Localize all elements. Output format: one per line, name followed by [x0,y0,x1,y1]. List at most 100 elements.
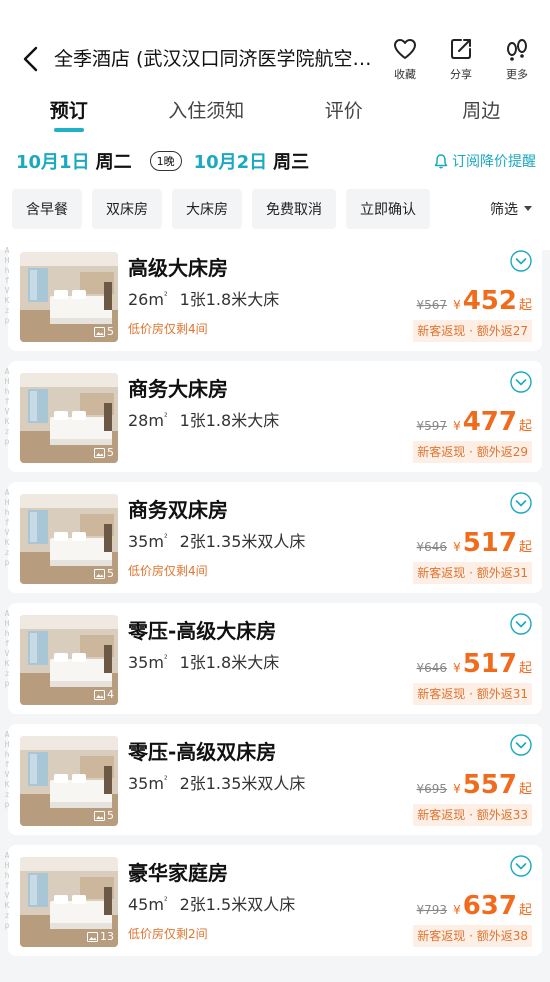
expand-button[interactable] [510,250,532,272]
room-bed: 1张1.8米大床 [179,411,280,430]
room-spec: 28m² 1张1.8米大床 [128,407,279,431]
price-suffix: 起 [518,540,532,555]
room-spec: 35m² 2张1.35米双人床 [128,528,305,552]
cashback-badge: 新客返现 · 额外返33 [413,804,532,826]
room-photo[interactable]: 5 [20,494,118,584]
cashback-badge: 新客返现 · 额外返29 [413,441,532,463]
room-price: 517 [462,528,517,558]
price-alert-label: 订阅降价提醒 [452,154,536,170]
room-card[interactable]: AHhfVKzp 13 豪华家庭房 45m² 2张1.5米双人床 低价房仅剩2间… [5,845,542,956]
original-price: ¥695 [416,782,448,796]
favorite-button[interactable]: 收藏 [384,36,426,82]
photo-count: 4 [94,688,114,701]
bell-icon [434,153,448,168]
original-price: ¥597 [416,419,448,433]
room-photo[interactable]: 5 [20,373,118,463]
room-list: AHhfVKzp 5 高级大床房 26m² 1张1.8米大床 低价房仅剩4间 ¥… [5,240,542,966]
room-spec: 35m² 2张1.35米双人床 [128,770,305,794]
room-photo[interactable]: 4 [20,615,118,705]
hotel-detail-page: 全季酒店 (武汉汉口同济医学院航空路地铁站店) 收藏 分享 更多 [0,0,550,982]
room-spec: 45m² 2张1.5米双人床 [128,891,295,915]
checkin-weekday: 周二 [95,152,132,173]
room-name: 高级大床房 [128,256,228,280]
room-card[interactable]: AHhfVKzp 4 零压-高级大床房 35m² 1张1.8米大床 ¥646 ¥… [5,603,542,714]
gallery-icon [94,689,105,700]
room-area: 35m [128,774,164,793]
nights-badge: 1晚 [149,151,182,171]
currency-symbol: ¥ [453,782,461,796]
filter-instant-confirm[interactable]: 立即确认 [346,189,430,229]
tab-reviews[interactable]: 评价 [275,96,413,136]
checkout-weekday: 周三 [273,152,310,173]
filter-twin-room[interactable]: 双床房 [92,189,162,229]
more-label: 更多 [506,68,528,81]
chevron-down-circle-icon [510,734,532,756]
checkin-date: 10月1日 [16,152,90,173]
price-suffix: 起 [518,903,532,918]
chevron-down-circle-icon [510,613,532,635]
room-availability-note: 低价房仅剩2间 [128,927,208,941]
filter-breakfast[interactable]: 含早餐 [12,189,82,229]
room-card[interactable]: AHhfVKzp 5 高级大床房 26m² 1张1.8米大床 低价房仅剩4间 ¥… [5,240,542,351]
date-selector[interactable]: 10月1日 周二 1晚 10月2日 周三 订阅降价提醒 [16,146,536,176]
share-button[interactable]: 分享 [440,36,482,82]
tab-bar: 预订 入住须知 评价 周边 [0,96,550,136]
cashback-badge: 新客返现 · 额外返31 [413,562,532,584]
price-alert-button[interactable]: 订阅降价提醒 [434,151,536,171]
gallery-icon [87,931,98,942]
tab-nearby-label: 周边 [462,100,501,122]
cashback-badge: 新客返现 · 额外返27 [413,320,532,342]
chevron-left-icon [23,46,38,72]
room-availability-note: 低价房仅剩4间 [128,322,208,336]
room-area-unit: ² [163,533,168,544]
tab-booking[interactable]: 预订 [0,96,138,136]
currency-symbol: ¥ [453,540,461,554]
more-button[interactable]: 更多 [496,36,538,82]
room-photo-strip: AHhfVKzp [4,851,10,930]
price-row: ¥646 ¥ 517 起 [417,528,532,558]
room-name: 零压-高级双床房 [128,740,277,764]
room-photo-strip: AHhfVKzp [4,367,10,446]
room-name: 豪华家庭房 [128,861,228,885]
favorite-label: 收藏 [394,68,416,81]
room-card[interactable]: AHhfVKzp 5 商务大床房 28m² 1张1.8米大床 ¥597 ¥ 47… [5,361,542,472]
filter-bar: 含早餐 双床房 大床房 免费取消 立即确认 筛选 [12,188,542,230]
room-photo[interactable]: 5 [20,252,118,342]
photo-count: 13 [87,930,114,943]
tab-reviews-label: 评价 [324,100,363,122]
filter-king-room[interactable]: 大床房 [172,189,242,229]
back-button[interactable] [16,44,46,74]
price-suffix: 起 [518,661,532,676]
filter-free-cancel[interactable]: 免费取消 [252,189,336,229]
header-panel: 全季酒店 (武汉汉口同济医学院航空路地铁站店) 收藏 分享 更多 [0,0,550,250]
tab-nearby[interactable]: 周边 [413,96,550,136]
room-availability-note: 低价房仅剩4间 [128,564,208,578]
original-price: ¥646 [416,661,448,675]
chevron-down-circle-icon [510,250,532,272]
photo-count: 5 [94,325,114,338]
caret-down-icon [524,206,532,211]
photo-count-label: 5 [107,567,114,580]
photo-count: 5 [94,567,114,580]
room-card[interactable]: AHhfVKzp 5 零压-高级双床房 35m² 2张1.35米双人床 ¥695… [5,724,542,835]
room-photo[interactable]: 13 [20,857,118,947]
expand-button[interactable] [510,613,532,635]
tab-checkin-notes[interactable]: 入住须知 [138,96,276,136]
photo-count: 5 [94,446,114,459]
expand-button[interactable] [510,371,532,393]
expand-button[interactable] [510,734,532,756]
heart-icon [392,36,418,62]
chevron-down-circle-icon [510,492,532,514]
filter-dropdown[interactable]: 筛选 [474,189,542,229]
room-bed: 2张1.35米双人床 [179,532,306,551]
expand-button[interactable] [510,855,532,877]
photo-count-label: 5 [107,446,114,459]
room-area: 28m [128,411,164,430]
currency-symbol: ¥ [453,903,461,917]
room-photo[interactable]: 5 [20,736,118,826]
tab-indicator [53,128,84,132]
currency-symbol: ¥ [453,661,461,675]
expand-button[interactable] [510,492,532,514]
room-card[interactable]: AHhfVKzp 5 商务双床房 35m² 2张1.35米双人床 低价房仅剩4间… [5,482,542,593]
room-area-unit: ² [163,412,168,423]
